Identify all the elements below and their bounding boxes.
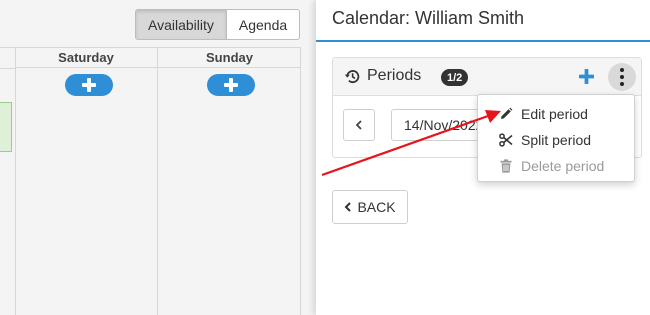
delete-period-item[interactable]: Delete period xyxy=(478,153,634,179)
periods-header: Periods 1/2 xyxy=(333,58,641,96)
add-period-icon[interactable] xyxy=(579,69,594,84)
edit-period-label: Edit period xyxy=(521,106,588,122)
kebab-dot xyxy=(620,75,624,79)
back-label: BACK xyxy=(357,199,396,215)
view-toggle: Availability Agenda xyxy=(135,9,301,40)
calendar-area: Availability Agenda Saturday Sunday xyxy=(0,0,316,315)
add-sunday-button[interactable] xyxy=(207,74,255,96)
plus-icon xyxy=(224,78,238,92)
delete-period-label: Delete period xyxy=(521,158,605,174)
split-period-label: Split period xyxy=(521,132,592,148)
kebab-dot xyxy=(620,68,624,72)
calendar-grid xyxy=(0,47,301,315)
kebab-dot xyxy=(620,82,624,86)
period-menu-button[interactable] xyxy=(608,63,636,91)
agenda-tab[interactable]: Agenda xyxy=(227,10,299,39)
availability-event[interactable] xyxy=(0,102,12,152)
history-icon xyxy=(344,70,360,84)
chevron-left-icon xyxy=(345,202,352,212)
scissors-icon xyxy=(499,133,513,147)
back-button[interactable]: BACK xyxy=(332,190,408,224)
plus-icon xyxy=(82,78,96,92)
periods-label: Periods xyxy=(367,67,422,84)
column-divider xyxy=(157,47,158,315)
split-period-item[interactable]: Split period xyxy=(478,127,634,153)
trash-icon xyxy=(500,159,512,173)
chevron-left-icon xyxy=(355,120,362,130)
column-divider xyxy=(15,47,16,315)
title-underline xyxy=(316,40,650,42)
period-actions-menu: Edit period Split period Delete period xyxy=(477,94,635,182)
day-header-saturday: Saturday xyxy=(15,47,157,68)
pencil-icon xyxy=(501,107,513,119)
panel-title: Calendar: William Smith xyxy=(332,8,525,28)
availability-tab[interactable]: Availability xyxy=(136,10,227,39)
edit-period-item[interactable]: Edit period xyxy=(478,101,634,127)
previous-period-button[interactable] xyxy=(343,109,375,141)
period-count-badge: 1/2 xyxy=(441,69,469,86)
day-header-sunday: Sunday xyxy=(158,47,301,68)
add-saturday-button[interactable] xyxy=(65,74,113,96)
row-divider xyxy=(0,68,15,69)
